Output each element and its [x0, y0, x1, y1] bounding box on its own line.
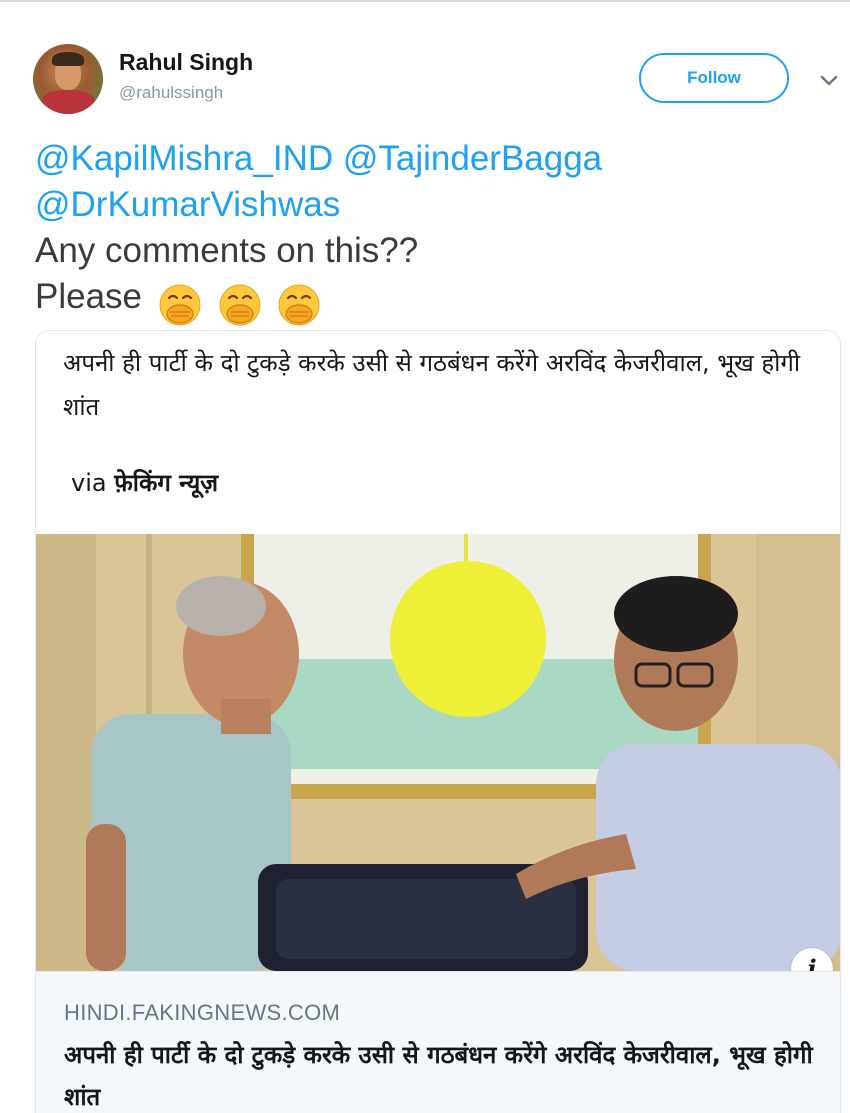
hand-over-mouth-emoji-icon [219, 284, 260, 326]
tweet-please: Please [35, 277, 143, 316]
top-divider [0, 0, 850, 2]
author-display-name[interactable]: Rahul Singh [119, 49, 253, 76]
avatar-shirt [41, 90, 95, 114]
card-quote-text: अपनी ही पार्टी के दो टुकड़े करके उसी से … [63, 349, 801, 421]
card-footer[interactable]: HINDI.FAKINGNEWS.COM अपनी ही पार्टी के द… [36, 971, 840, 1113]
card-title: अपनी ही पार्टी के दो टुकड़े करके उसी से … [64, 1041, 813, 1111]
tweet-text: @KapilMishra_IND @TajinderBagga @DrKumar… [35, 136, 825, 327]
author-handle[interactable]: @rahulssingh [119, 83, 223, 103]
card-via-source: फ़ेकिंग न्यूज़ [114, 469, 219, 497]
link-preview-card[interactable]: अपनी ही पार्टी के दो टुकड़े करके उसी से … [35, 330, 841, 1113]
tweet-question: Any comments on this?? [35, 231, 419, 270]
tweet-page: Rahul Singh @rahulssingh Follow @KapilMi… [0, 0, 850, 1113]
follow-button[interactable]: Follow [639, 53, 789, 103]
card-via-prefix: via [71, 469, 107, 497]
card-article-image[interactable] [36, 534, 841, 971]
avatar-hair [52, 52, 84, 66]
hand-over-mouth-emoji-icon [278, 284, 320, 326]
emoji-group [152, 280, 321, 327]
hand-over-mouth-emoji-icon [159, 284, 201, 326]
mention-links-line[interactable]: @KapilMishra_IND @TajinderBagga [35, 139, 602, 178]
card-via-line: via फ़ेकिंग न्यूज़ [71, 466, 218, 499]
avatar[interactable] [33, 44, 103, 114]
card-domain: HINDI.FAKINGNEWS.COM [64, 1000, 341, 1025]
mention-link-drkumarvishwas[interactable]: @DrKumarVishwas [35, 185, 340, 224]
chevron-down-icon[interactable] [818, 70, 840, 92]
